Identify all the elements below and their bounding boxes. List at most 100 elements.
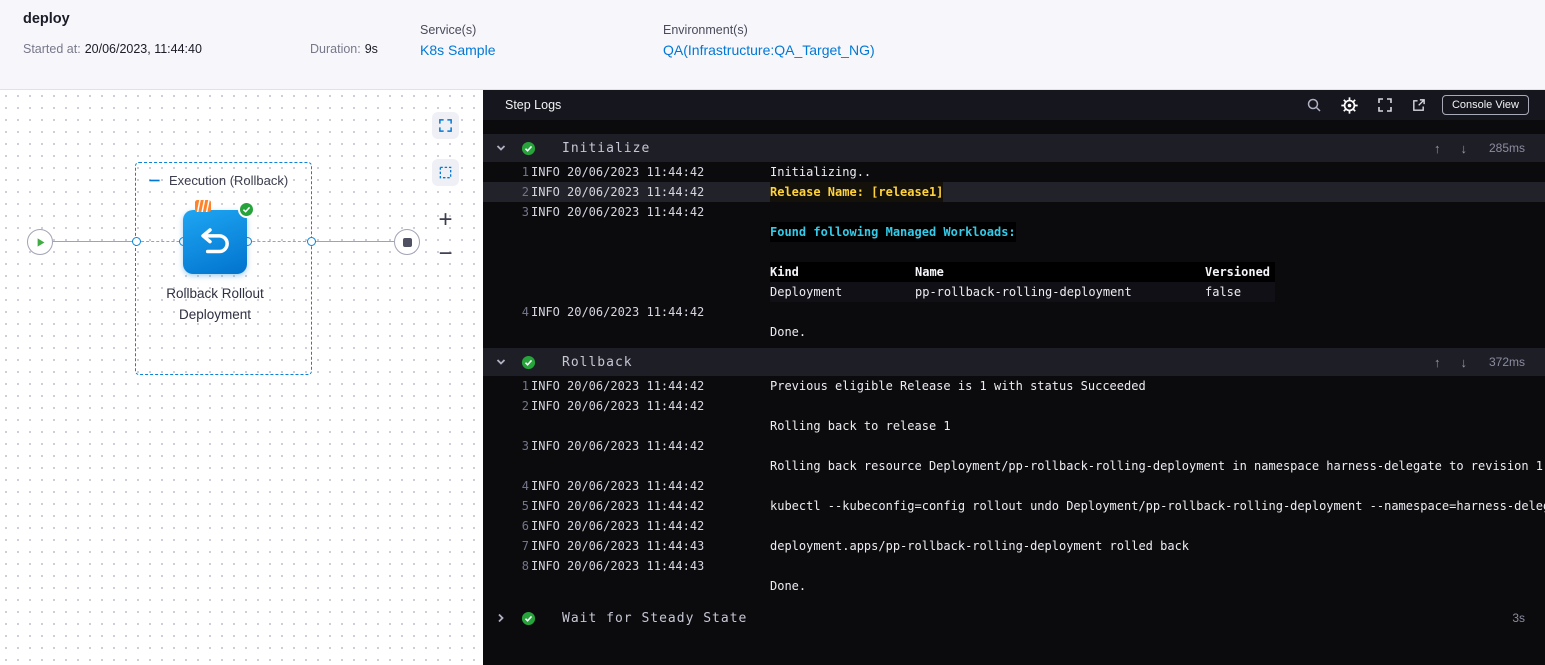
- open-in-new-icon[interactable]: [1411, 98, 1426, 113]
- start-node[interactable]: [27, 229, 53, 255]
- canvas-expand-button[interactable]: [432, 112, 459, 139]
- log-level: INFO: [531, 499, 560, 513]
- connector-dot[interactable]: [306, 237, 316, 246]
- log-level: INFO: [531, 539, 560, 553]
- scroll-to-bottom-icon[interactable]: ↓: [1461, 355, 1468, 370]
- log-level: INFO: [531, 165, 560, 179]
- log-level: [531, 222, 565, 242]
- log-line: 1 INFO 20/06/2023 11:44:42 Previous eligibl…: [483, 376, 1545, 396]
- service-link[interactable]: K8s Sample: [420, 42, 495, 58]
- chevron-down-icon[interactable]: [495, 142, 509, 154]
- step-success-icon: [238, 201, 255, 218]
- edge-group-to-end: [311, 241, 394, 242]
- log-line: 8 INFO 20/06/2023 11:44:43: [483, 556, 1545, 576]
- log-message: deployment.apps/pp-rollback-rolling-depl…: [770, 539, 1190, 553]
- scroll-to-top-icon[interactable]: ↑: [1434, 355, 1441, 370]
- log-section-rollback[interactable]: Rollback ↑ ↓ 372ms: [483, 348, 1545, 376]
- pipeline-title: deploy: [23, 11, 70, 27]
- console-view-button[interactable]: Console View: [1441, 95, 1529, 115]
- zoom-out-button[interactable]: −: [432, 240, 459, 267]
- line-number: 5: [521, 499, 529, 513]
- log-timestamp: 20/06/2023 11:44:42: [567, 439, 705, 453]
- log-level: [531, 282, 565, 302]
- log-level: INFO: [531, 305, 560, 319]
- status-success-icon: [521, 355, 536, 370]
- log-timestamp: 20/06/2023 11:44:42: [567, 305, 705, 319]
- log-line: 4 INFO 20/06/2023 11:44:42: [483, 302, 1545, 322]
- duration-label: Duration:: [310, 42, 361, 56]
- log-message: Rolling back to release 1: [770, 419, 951, 433]
- pipeline-canvas[interactable]: Execution (Rollback) Rollback Rollout De…: [0, 90, 483, 665]
- log-timestamp: [567, 222, 707, 242]
- chevron-down-icon[interactable]: [495, 356, 509, 368]
- line-number: 2: [521, 399, 529, 413]
- settings-gear-icon[interactable]: [1340, 96, 1359, 115]
- line-number: [513, 282, 529, 302]
- log-line: 2 INFO 20/06/2023 11:44:42 Release Name: [r…: [483, 182, 1545, 202]
- log-message: Previous eligible Release is 1 with stat…: [770, 379, 1146, 393]
- started-at-value: 20/06/2023, 11:44:40: [84, 42, 202, 56]
- end-node[interactable]: [394, 229, 420, 255]
- scroll-to-bottom-icon[interactable]: ↓: [1461, 141, 1468, 156]
- log-timestamp: 20/06/2023 11:44:42: [567, 499, 705, 513]
- zoom-in-button[interactable]: +: [432, 206, 459, 233]
- log-message: Initializing..: [770, 165, 872, 179]
- line-number: [513, 222, 529, 242]
- search-icon[interactable]: [1306, 97, 1322, 113]
- log-line: 4 INFO 20/06/2023 11:44:42: [483, 476, 1545, 496]
- log-message: Found following Managed Workloads:: [770, 222, 1016, 242]
- log-timestamp: [567, 456, 707, 476]
- step-logs-panel: Step Logs Console View Initialize ↑ ↓ 28…: [483, 90, 1545, 665]
- log-timestamp: 20/06/2023 11:44:42: [567, 399, 705, 413]
- log-timestamp: 20/06/2023 11:44:43: [567, 539, 705, 553]
- line-number: [513, 416, 529, 436]
- log-section-wait-for-steady-state[interactable]: Wait for Steady State 3s: [483, 604, 1545, 632]
- log-console[interactable]: Initialize ↑ ↓ 285ms 1 INFO 20/06/2023 11:44:4…: [483, 120, 1545, 665]
- log-timestamp: 20/06/2023 11:44:42: [567, 165, 705, 179]
- step-flag-icon: [195, 199, 211, 217]
- line-number: [513, 576, 529, 596]
- log-timestamp: [567, 416, 707, 436]
- marquee-select-button[interactable]: [432, 159, 459, 186]
- fullscreen-icon[interactable]: [1377, 97, 1393, 113]
- log-level: INFO: [531, 205, 560, 219]
- line-number: [513, 322, 529, 342]
- log-level: [531, 262, 565, 282]
- log-level: [531, 456, 565, 476]
- edge-start-to-group: [53, 241, 136, 242]
- chevron-right-icon[interactable]: [495, 612, 509, 624]
- rollback-arrow-icon: [195, 222, 235, 262]
- log-message: Done.: [770, 579, 807, 593]
- log-level: INFO: [531, 399, 560, 413]
- started-at-label: Started at:: [23, 42, 81, 56]
- execution-header: deploy Started at: 20/06/2023, 11:44:40 D…: [0, 0, 1545, 90]
- log-level: [531, 242, 565, 262]
- services-label: Service(s): [420, 23, 477, 37]
- log-timestamp: 20/06/2023 11:44:43: [567, 559, 705, 573]
- log-level: INFO: [531, 519, 560, 533]
- section-duration: 3s: [1512, 611, 1525, 625]
- scroll-to-top-icon[interactable]: ↑: [1434, 141, 1441, 156]
- log-line: 1 INFO 20/06/2023 11:44:42 Initializing..: [483, 162, 1545, 182]
- section-title: Wait for Steady State: [562, 610, 748, 626]
- collapse-group-icon[interactable]: [148, 174, 161, 187]
- line-number: 3: [521, 439, 529, 453]
- log-timestamp: [567, 322, 707, 342]
- line-number: 3: [521, 205, 529, 219]
- environment-link[interactable]: QA(Infrastructure:QA_Target_NG): [663, 42, 875, 58]
- section-title: Rollback: [562, 354, 633, 370]
- log-message: Release Name: [release1]: [770, 182, 944, 202]
- log-line: 6 INFO 20/06/2023 11:44:42: [483, 516, 1545, 536]
- connector-dot[interactable]: [131, 237, 141, 246]
- duration-value: 9s: [364, 42, 378, 56]
- log-timestamp: 20/06/2023 11:44:42: [567, 205, 705, 219]
- log-message: Done.: [770, 325, 807, 339]
- rollback-step-node[interactable]: [183, 210, 247, 274]
- log-timestamp: [567, 242, 707, 262]
- step-label[interactable]: Rollback Rollout Deployment: [150, 283, 280, 325]
- log-line: 3 INFO 20/06/2023 11:44:42: [483, 202, 1545, 222]
- log-section-initialize[interactable]: Initialize ↑ ↓ 285ms: [483, 134, 1545, 162]
- line-number: 1: [521, 379, 529, 393]
- log-timestamp: [567, 262, 707, 282]
- log-level: [531, 322, 565, 342]
